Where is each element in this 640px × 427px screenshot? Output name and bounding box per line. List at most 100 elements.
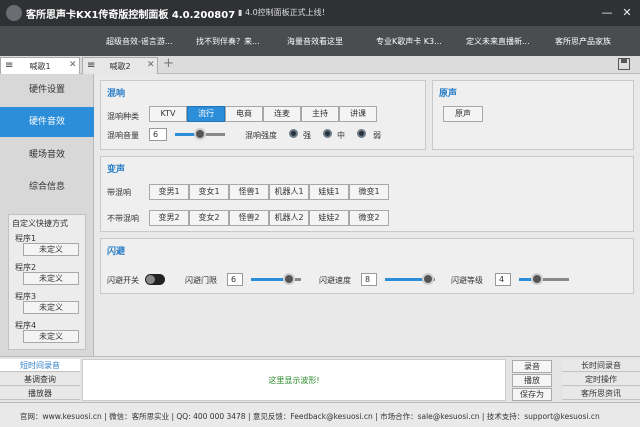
app-logo-icon: [6, 5, 22, 21]
sidebar-item-hardware-effects[interactable]: 硬件音效: [0, 107, 94, 137]
quick-launch-panel: 自定义快捷方式 程序1 未定义 程序2 未定义 程序3 未定义 程序4 未定义: [8, 214, 86, 350]
dodge-threshold-label: 闪避门限: [185, 276, 217, 285]
reverb-type-pop-button[interactable]: 流行: [187, 106, 225, 122]
voice-change-panel: 变声 带混响 变男1 变女1 怪兽1 机器人1 娃娃1 微变1 不带混响 变男2…: [100, 156, 634, 232]
close-button[interactable]: ✕: [618, 4, 636, 22]
slider-handle[interactable]: [282, 273, 295, 285]
minimize-button[interactable]: —: [598, 4, 616, 22]
recording-area: 短时间录音 基调查询 播放器 这里显示波形! 录音 播放 保存为MP3 长时间录…: [0, 356, 640, 410]
key-query-button[interactable]: 基调查询: [0, 373, 80, 386]
notice-icon: ▮: [238, 8, 245, 17]
voice-male2-button[interactable]: 变男2: [149, 210, 189, 226]
program-3-button[interactable]: 未定义: [23, 301, 79, 314]
reverb-type-ktv-button[interactable]: KTV: [149, 106, 187, 122]
program-2-button[interactable]: 未定义: [23, 272, 79, 285]
original-voice-panel: 原声 原声: [432, 80, 634, 150]
footer: 官网：www.kesuosi.cn | 微信：客所思实业 | QQ: 400 0…: [0, 402, 640, 427]
dodge-title: 闪避: [107, 247, 126, 257]
dodge-switch-toggle[interactable]: [145, 274, 165, 285]
promo-link-4[interactable]: 专业K歌声卡 K3...: [376, 36, 442, 47]
player-button[interactable]: 播放器: [0, 387, 80, 400]
dodge-level-slider[interactable]: [519, 273, 569, 285]
slider-handle[interactable]: [421, 273, 434, 285]
save-mp3-button[interactable]: 保存为MP3: [512, 388, 552, 410]
sidebar-item-info[interactable]: 综合信息: [0, 172, 94, 202]
reverb-type-ecommerce-button[interactable]: 电商: [225, 106, 263, 122]
dodge-threshold-slider[interactable]: [251, 273, 301, 285]
dodge-speed-slider[interactable]: [385, 273, 435, 285]
tab-hange-2[interactable]: ≡ 喊歌2 ✕: [82, 57, 158, 74]
voice-doll1-button[interactable]: 娃娃1: [309, 184, 349, 200]
without-reverb-label: 不带混响: [107, 214, 139, 223]
dodge-switch-label: 闪避开关: [107, 276, 139, 285]
strength-strong-label: 强: [303, 131, 311, 140]
sidebar-item-warmup-effects[interactable]: 暖场音效: [0, 140, 94, 170]
dodge-speed-value[interactable]: 8: [361, 273, 377, 286]
waveform-message: 这里显示波形!: [268, 376, 320, 385]
reverb-type-label: 混响种类: [107, 112, 139, 121]
add-tab-icon[interactable]: +: [163, 56, 174, 71]
dodge-level-label: 闪避等级: [451, 276, 483, 285]
slider-handle[interactable]: [530, 273, 543, 285]
reverb-volume-value[interactable]: 6: [149, 128, 167, 141]
sidebar-item-hardware-settings[interactable]: 硬件设置: [0, 75, 94, 105]
voice-monster2-button[interactable]: 怪兽2: [229, 210, 269, 226]
quick-launch-title: 自定义快捷方式: [12, 219, 68, 228]
strength-medium-label: 中: [337, 131, 345, 140]
short-record-button[interactable]: 短时间录音: [0, 359, 80, 372]
with-reverb-label: 带混响: [107, 188, 131, 197]
app-title: 客所思声卡KX1传奇版控制面板 4.0.200807: [26, 10, 236, 21]
reverb-type-lecture-button[interactable]: 讲课: [339, 106, 377, 122]
waveform-display: 这里显示波形!: [82, 359, 506, 401]
title-bar: 客所思声卡KX1传奇版控制面板 4.0.200807 ▮ 4.0控制面板正式上线…: [0, 0, 640, 26]
promo-link-5[interactable]: 定义未来直播新...: [466, 36, 530, 47]
tab-bar: ≡ 喊歌1 ✕ ≡ 喊歌2 ✕ +: [0, 56, 640, 74]
reverb-title: 混响: [107, 89, 126, 99]
voice-female2-button[interactable]: 变女2: [189, 210, 229, 226]
voice-female1-button[interactable]: 变女1: [189, 184, 229, 200]
reverb-volume-label: 混响音量: [107, 131, 139, 140]
reverb-type-mic-link-button[interactable]: 连麦: [263, 106, 301, 122]
voice-doll2-button[interactable]: 娃娃2: [309, 210, 349, 226]
update-notice[interactable]: ▮ 4.0控制面板正式上线！: [238, 7, 330, 18]
footer-contact-info: 官网：www.kesuosi.cn | 微信：客所思实业 | QQ: 400 0…: [20, 412, 600, 421]
dodge-speed-label: 闪避速度: [319, 276, 351, 285]
voice-robot2-button[interactable]: 机器人2: [269, 210, 309, 226]
record-button[interactable]: 录音: [512, 360, 552, 373]
strength-weak-radio[interactable]: [357, 129, 366, 138]
tab-close-icon[interactable]: ✕: [147, 60, 155, 70]
reverb-volume-slider[interactable]: [175, 128, 225, 140]
promo-bar: 超级音效-谣言游... 找不到伴奏？来... 海量音效看这里 专业K歌声卡 K3…: [0, 26, 640, 56]
long-record-button[interactable]: 长时间录音: [562, 359, 640, 372]
promo-link-3[interactable]: 海量音效看这里: [287, 36, 343, 47]
voice-male1-button[interactable]: 变男1: [149, 184, 189, 200]
reverb-type-host-button[interactable]: 主持: [301, 106, 339, 122]
original-voice-title: 原声: [439, 89, 458, 99]
strength-strong-radio[interactable]: [289, 129, 298, 138]
promo-link-6[interactable]: 客所思产品家族: [555, 36, 611, 47]
reverb-strength-label: 混响强度: [245, 131, 277, 140]
promo-link-2[interactable]: 找不到伴奏？来...: [196, 36, 260, 47]
program-4-button[interactable]: 未定义: [23, 330, 79, 343]
original-voice-button[interactable]: 原声: [443, 106, 483, 122]
tab-close-icon[interactable]: ✕: [69, 60, 77, 70]
promo-link-1[interactable]: 超级音效-谣言游...: [106, 36, 173, 47]
voice-slight2-button[interactable]: 微变2: [349, 210, 389, 226]
play-button[interactable]: 播放: [512, 374, 552, 387]
news-button[interactable]: 客所思资讯: [562, 387, 640, 400]
voice-monster1-button[interactable]: 怪兽1: [229, 184, 269, 200]
sidebar: 硬件设置 硬件音效 暖场音效 综合信息 自定义快捷方式 程序1 未定义 程序2 …: [0, 74, 94, 356]
dodge-level-value[interactable]: 4: [495, 273, 511, 286]
strength-medium-radio[interactable]: [323, 129, 332, 138]
voice-robot1-button[interactable]: 机器人1: [269, 184, 309, 200]
timed-operation-button[interactable]: 定时操作: [562, 373, 640, 386]
reverb-panel: 混响 混响种类 KTV 流行 电商 连麦 主持 讲课 混响音量 6 混响强度 强…: [100, 80, 426, 150]
program-1-button[interactable]: 未定义: [23, 243, 79, 256]
voice-slight1-button[interactable]: 微变1: [349, 184, 389, 200]
voice-change-title: 变声: [107, 165, 126, 175]
save-icon[interactable]: [618, 58, 630, 70]
dodge-threshold-value[interactable]: 6: [227, 273, 243, 286]
tab-hange-1[interactable]: ≡ 喊歌1 ✕: [0, 57, 80, 74]
dodge-panel: 闪避 闪避开关 闪避门限 6 闪避速度 8 闪避等级 4: [100, 238, 634, 294]
slider-handle[interactable]: [194, 128, 206, 140]
